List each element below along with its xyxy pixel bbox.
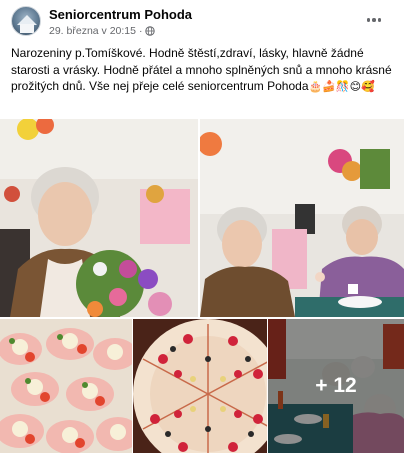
globe-icon[interactable] — [145, 26, 156, 36]
more-photos-overlay[interactable]: + 12 — [268, 319, 404, 453]
photo-2[interactable] — [200, 119, 404, 317]
post-meta: 29. března v 20:15 · — [49, 25, 156, 37]
meta-separator: · — [138, 25, 143, 37]
photo-4-image — [133, 319, 267, 453]
post-timestamp[interactable]: 29. března v 20:15 — [49, 25, 136, 37]
photo-1[interactable] — [0, 119, 198, 317]
page-avatar[interactable] — [11, 6, 41, 36]
page-name-link[interactable]: Seniorcentrum Pohoda — [49, 7, 192, 22]
more-options-icon[interactable] — [363, 10, 385, 30]
photo-4[interactable] — [133, 319, 267, 453]
photo-1-image — [0, 119, 198, 317]
caption-emojis: 🎂🍰🎊😊🥰 — [308, 80, 375, 93]
post-caption: Narozeniny p.Tomíškové. Hodně štěstí,zdr… — [11, 45, 396, 96]
post-header: Seniorcentrum Pohoda 29. března v 20:15 … — [0, 0, 404, 40]
facebook-post: Seniorcentrum Pohoda 29. března v 20:15 … — [0, 0, 404, 453]
photo-3[interactable] — [0, 319, 132, 453]
photo-5-more[interactable]: + 12 — [268, 319, 404, 453]
avatar-house — [20, 24, 34, 33]
photo-3-image — [0, 319, 132, 453]
photo-2-image — [200, 119, 404, 317]
more-photos-count: + 12 — [315, 374, 357, 397]
